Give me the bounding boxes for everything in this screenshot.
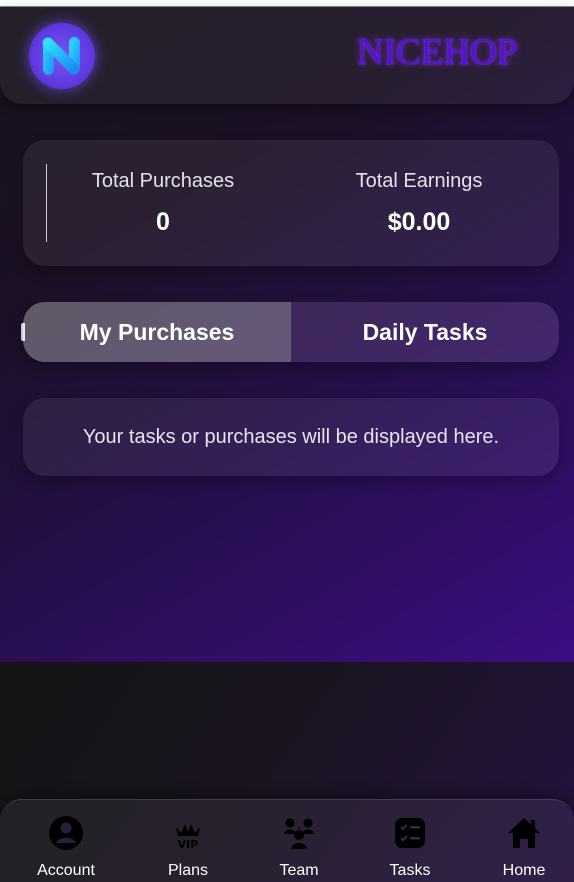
brand-name: NICEHOP <box>357 32 518 73</box>
bottom-nav: Account VIP Plans Team Tasks Home <box>0 799 574 882</box>
nav-home[interactable]: Home <box>474 800 574 882</box>
content-tabs: My Purchases Daily Tasks <box>23 302 559 362</box>
nav-home-label: Home <box>502 862 546 879</box>
empty-state-message: Your tasks or purchases will be displaye… <box>82 425 500 448</box>
total-earnings-value: $0.00 <box>387 208 451 236</box>
nav-account[interactable]: Account <box>16 800 116 882</box>
stats-card: Total Purchases 0 Total Earnings $0.00 <box>23 140 559 266</box>
svg-text:VIP: VIP <box>178 838 199 851</box>
home-icon <box>508 818 540 848</box>
nav-team-label: Team <box>279 862 319 879</box>
task-list-icon <box>395 818 425 848</box>
nav-team[interactable]: Team <box>249 800 349 882</box>
nav-plans-label: Plans <box>167 862 209 879</box>
nav-plans[interactable]: VIP Plans <box>138 800 238 882</box>
vip-crown-icon: VIP <box>176 824 200 851</box>
user-circle-icon <box>49 816 83 850</box>
n-letter-logo-icon <box>42 37 80 75</box>
tab-daily-tasks[interactable]: Daily Tasks <box>291 302 559 362</box>
tab-my-purchases[interactable]: My Purchases <box>23 302 291 362</box>
stats-divider <box>46 164 47 242</box>
total-earnings-label: Total Earnings <box>355 170 483 192</box>
content-panel: Your tasks or purchases will be displaye… <box>23 398 559 476</box>
total-purchases-value: 0 <box>156 208 170 236</box>
app-logo[interactable] <box>29 23 95 89</box>
nav-tasks[interactable]: Tasks <box>360 800 460 882</box>
nav-account-label: Account <box>37 862 95 879</box>
total-purchases-label: Total Purchases <box>91 170 235 192</box>
team-users-icon <box>284 818 314 849</box>
nav-tasks-label: Tasks <box>389 862 431 879</box>
